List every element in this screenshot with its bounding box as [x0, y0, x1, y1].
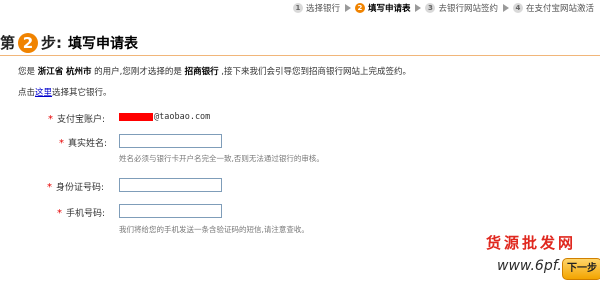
change-bank-text: 点击这里选择其它银行。 [18, 86, 112, 98]
page-heading: 第 2 步: 填写申请表 [0, 32, 138, 53]
required-star-icon: * [47, 182, 52, 193]
change-bank-suffix: 选择其它银行。 [52, 88, 112, 98]
city-value: 杭州市 [65, 67, 92, 77]
intro-text: 您是 浙江省 杭州市 的用户,您刚才选择的是 招商银行 ,接下来我们会引导您到招… [18, 65, 411, 77]
next-step-button[interactable]: 下一步 [562, 258, 600, 280]
step-label: 去银行网站签约 [438, 4, 498, 14]
heading-prefix: 第 [0, 34, 16, 52]
arrow-right-icon [344, 4, 351, 12]
step-label: 选择银行 [305, 4, 340, 14]
account-label-row: * 支付宝账户: [48, 112, 105, 125]
email-suffix: @taobao.com [154, 112, 211, 122]
realname-label: 真实姓名: [68, 139, 108, 149]
intro-text-part: 的用户,您刚才选择的是 [94, 67, 182, 77]
step-1: 1 选择银行 [292, 2, 355, 14]
account-value: @taobao.com [119, 112, 210, 122]
step-number: 4 [512, 3, 523, 13]
intro-text-part: ,接下来我们会引导您到招商银行网站上完成签约。 [221, 67, 411, 77]
bank-name: 招商银行 [184, 67, 219, 77]
idcard-input[interactable] [119, 178, 222, 192]
required-star-icon: * [48, 114, 53, 125]
idcard-label: 身份证号码: [56, 183, 105, 193]
step-number: 2 [354, 3, 365, 13]
divider [0, 55, 600, 56]
required-star-icon: * [57, 208, 62, 219]
step-label: 在支付宝网站激活 [525, 4, 594, 14]
step-number: 1 [292, 3, 303, 13]
progress-steps: 1 选择银行 2 填写申请表 3 去银行网站签约 4 在支付宝网站激活 [292, 1, 594, 15]
idcard-label-row: * 身份证号码: [47, 180, 104, 193]
phone-label: 手机号码: [66, 209, 106, 219]
step-number: 3 [425, 3, 436, 13]
realname-label-row: * 真实姓名: [59, 136, 107, 149]
change-bank-prefix: 点击 [18, 88, 36, 98]
intro-text-part: 您是 [18, 67, 36, 77]
change-bank-link[interactable]: 这里 [35, 88, 52, 98]
realname-hint: 姓名必须与银行卡开户名完全一致,否则无法通过银行的审核。 [119, 154, 324, 163]
heading-suffix: 步: [41, 34, 63, 52]
step-label: 填写申请表 [367, 4, 411, 14]
phone-label-row: * 手机号码: [57, 206, 105, 219]
account-label: 支付宝账户: [57, 115, 106, 125]
phone-hint: 我们将给您的手机发送一条含验证码的短信,请注意查收。 [119, 225, 309, 234]
step-3: 3 去银行网站签约 [425, 2, 513, 14]
phone-input[interactable] [119, 204, 222, 218]
arrow-right-icon [502, 4, 509, 12]
arrow-right-icon [415, 4, 422, 12]
watermark-logo: 货源批发网 [486, 234, 577, 252]
page-title: 填写申请表 [68, 35, 139, 52]
province-value: 浙江省 [37, 67, 64, 77]
step-number-badge: 2 [18, 32, 39, 53]
step-4: 4 在支付宝网站激活 [512, 2, 594, 14]
step-2: 2 填写申请表 [354, 2, 426, 14]
required-star-icon: * [59, 138, 64, 149]
redacted-username [119, 112, 153, 121]
realname-input[interactable] [119, 134, 222, 148]
